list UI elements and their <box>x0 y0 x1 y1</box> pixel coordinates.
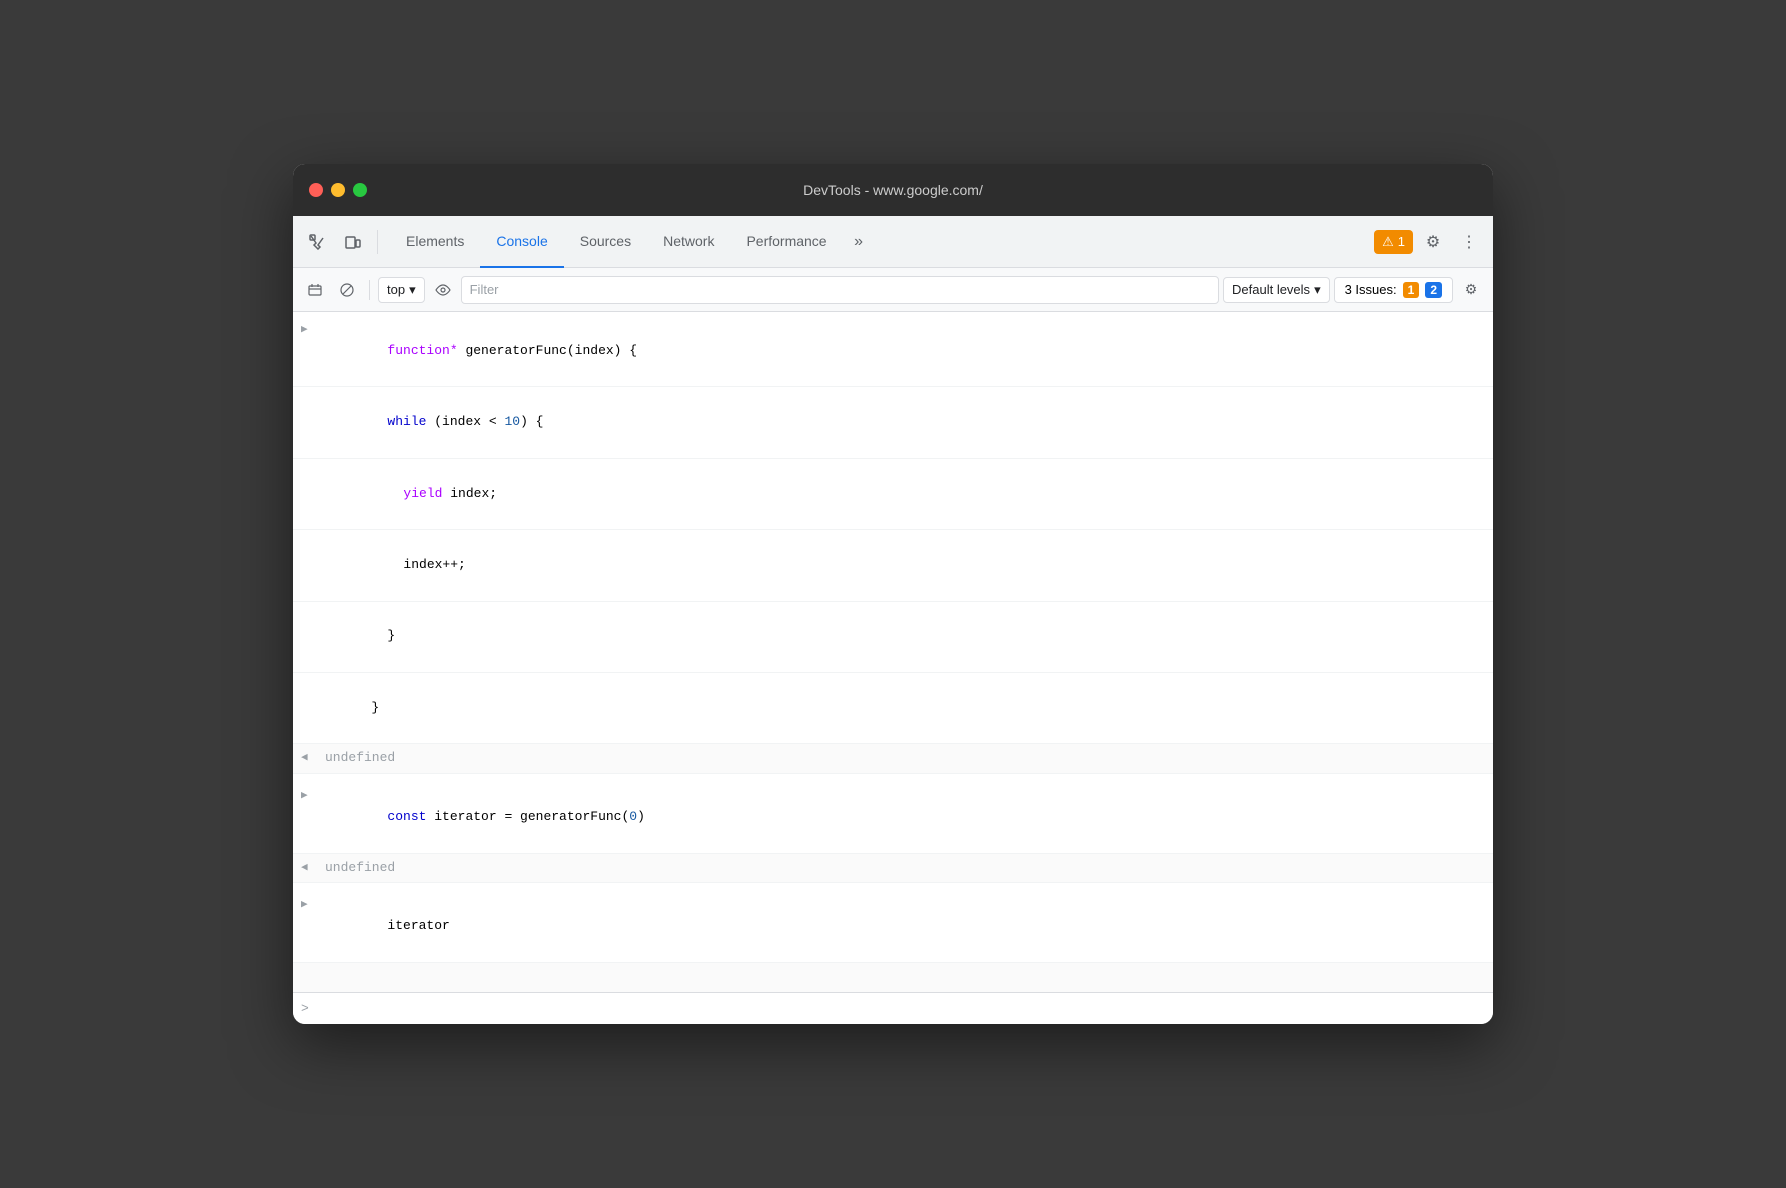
titlebar: DevTools - www.google.com/ <box>293 164 1493 216</box>
tab-separator <box>377 230 378 254</box>
inspect-icon[interactable] <box>301 226 333 258</box>
console-prompt-input[interactable] <box>317 1001 1485 1016</box>
more-options-icon[interactable]: ⋮ <box>1453 226 1485 258</box>
close-button[interactable] <box>309 183 323 197</box>
code-content: yield index; <box>341 463 1485 525</box>
tab-performance[interactable]: Performance <box>730 216 842 268</box>
warning-count: 1 <box>1403 282 1420 298</box>
expand-icon[interactable]: ▶ <box>301 320 317 340</box>
table-row: ◀ undefined <box>293 854 1493 884</box>
tab-elements[interactable]: Elements <box>390 216 480 268</box>
expand-icon[interactable]: ▶ <box>301 895 317 915</box>
table-row: yield index; <box>293 459 1493 530</box>
info-count: 2 <box>1425 282 1442 298</box>
code-content: index++; <box>341 534 1485 596</box>
table-row: index++; <box>293 530 1493 601</box>
table-row: while (index < 10) { <box>293 387 1493 458</box>
levels-selector[interactable]: Default levels ▾ <box>1223 277 1330 303</box>
tab-network[interactable]: Network <box>647 216 730 268</box>
output-content: undefined <box>325 858 1485 879</box>
collapse-icon: ◀ <box>301 748 317 768</box>
console-toolbar: top ▾ Default levels ▾ 3 Issues: 1 2 ⚙ <box>293 268 1493 312</box>
tab-console[interactable]: Console <box>480 216 563 268</box>
toolbar-separator <box>369 280 370 300</box>
traffic-lights <box>309 183 367 197</box>
code-content: } <box>325 606 1485 668</box>
window-title: DevTools - www.google.com/ <box>803 182 983 198</box>
filter-input[interactable] <box>461 276 1219 304</box>
context-selector[interactable]: top ▾ <box>378 277 425 303</box>
expand-icon[interactable]: ▶ <box>301 786 317 806</box>
console-content: ▶ function* generatorFunc(index) { while… <box>293 312 1493 992</box>
tabs: Elements Console Sources Network Perform… <box>390 216 1374 268</box>
maximize-button[interactable] <box>353 183 367 197</box>
eye-icon[interactable] <box>429 276 457 304</box>
table-row: } <box>293 602 1493 673</box>
table-row: ▶ function* generatorFunc(index) { <box>293 316 1493 387</box>
warning-icon: ⚠ <box>1382 234 1394 250</box>
minimize-button[interactable] <box>331 183 345 197</box>
collapse-icon: ◀ <box>301 858 317 878</box>
output-content: undefined <box>325 748 1485 769</box>
issues-badge[interactable]: ⚠ 1 <box>1374 230 1413 254</box>
tab-bar-right: ⚠ 1 ⚙ ⋮ <box>1374 226 1485 258</box>
code-content: function* generatorFunc(index) { <box>325 320 1485 382</box>
console-settings-icon[interactable]: ⚙ <box>1457 276 1485 304</box>
more-tabs-icon[interactable]: » <box>843 226 875 258</box>
dropdown-arrow: ▾ <box>409 282 416 298</box>
output-content: ▼ generatorFunc {<suspended>} i <box>325 967 1485 992</box>
table-row: ◀ ▼ generatorFunc {<suspended>} i <box>293 963 1493 992</box>
issues-count[interactable]: 3 Issues: 1 2 <box>1334 277 1453 303</box>
clear-console-icon[interactable] <box>301 276 329 304</box>
levels-arrow: ▾ <box>1314 282 1321 298</box>
table-row: } <box>293 673 1493 744</box>
prompt-icon: > <box>301 1001 309 1016</box>
code-content: } <box>309 677 1485 739</box>
tab-sources[interactable]: Sources <box>564 216 647 268</box>
tab-bar-icons <box>301 226 382 258</box>
code-content: iterator <box>325 895 1485 957</box>
code-content: while (index < 10) { <box>325 391 1485 453</box>
tab-bar: Elements Console Sources Network Perform… <box>293 216 1493 268</box>
block-icon[interactable] <box>333 276 361 304</box>
devtools-window: DevTools - www.google.com/ Elements <box>293 164 1493 1024</box>
code-content: const iterator = generatorFunc(0) <box>325 786 1485 848</box>
table-row: ◀ undefined <box>293 744 1493 774</box>
settings-icon[interactable]: ⚙ <box>1417 226 1449 258</box>
prompt-row: > <box>293 992 1493 1024</box>
device-toggle-icon[interactable] <box>337 226 369 258</box>
table-row: ▶ const iterator = generatorFunc(0) <box>293 782 1493 853</box>
table-row: ▶ iterator <box>293 891 1493 962</box>
